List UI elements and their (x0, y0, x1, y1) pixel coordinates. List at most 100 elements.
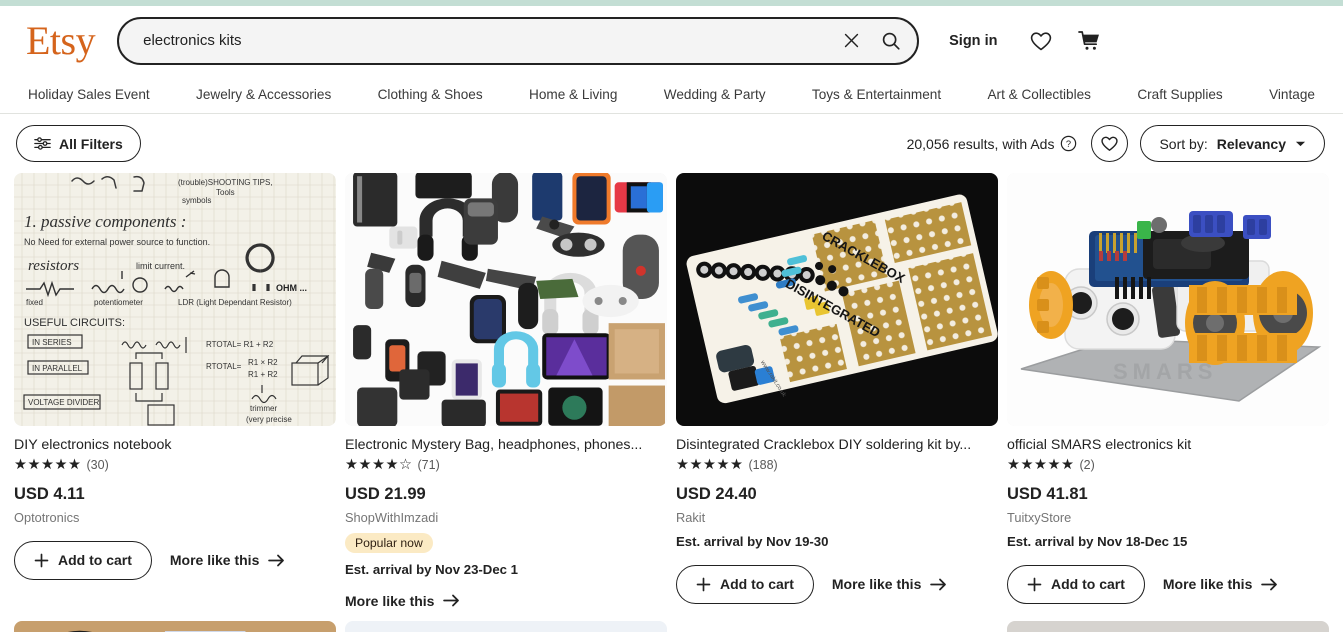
nav-item-holiday-sales-event[interactable]: Holiday Sales Event (28, 87, 150, 102)
svg-text:trimmer: trimmer (250, 404, 277, 413)
search-submit-button[interactable] (871, 21, 911, 61)
sort-by-dropdown[interactable]: Sort by: Relevancy (1140, 125, 1325, 162)
product-image[interactable] (345, 173, 667, 426)
search-bar[interactable] (117, 16, 920, 65)
search-results-grid: (trouble)SHOOTING TIPS, Tools symbols 1.… (0, 173, 1343, 609)
sliders-icon (34, 137, 51, 150)
pale-blue-photo-image (345, 620, 667, 632)
more-like-this-link[interactable]: More like this (170, 552, 285, 568)
nav-item-art-collectibles[interactable]: Art & Collectibles (987, 87, 1091, 102)
add-to-cart-label: Add to cart (58, 552, 132, 568)
svg-text:symbols: symbols (182, 196, 211, 205)
product-rating: ★★★★☆ (71) (345, 458, 667, 473)
rating-stars: ★★★★☆ (345, 457, 413, 473)
rating-stars: ★★★★★ (676, 457, 744, 473)
more-like-this-link[interactable]: More like this (345, 593, 460, 609)
svg-text:RTOTAL= R1 + R2: RTOTAL= R1 + R2 (206, 340, 274, 349)
product-rating: ★★★★★ (188) (676, 458, 998, 473)
nav-item-toys-entertainment[interactable]: Toys & Entertainment (812, 87, 941, 102)
svg-text:Tools: Tools (216, 188, 235, 197)
card-actions: Add to cart More like this (676, 564, 998, 604)
svg-text:LDR (Light Dependant Resistor): LDR (Light Dependant Resistor) (178, 298, 292, 307)
nav-item-clothing-shoes[interactable]: Clothing & Shoes (378, 87, 483, 102)
estimated-arrival: Est. arrival by Nov 18-Dec 15 (1007, 533, 1188, 549)
nav-item-craft-supplies[interactable]: Craft Supplies (1137, 87, 1222, 102)
product-title[interactable]: DIY electronics notebook (14, 437, 336, 453)
svg-text:1. passive components :: 1. passive components : (24, 212, 186, 231)
shopping-cart-icon (1078, 30, 1100, 50)
nav-item-vintage[interactable]: Vintage (1269, 87, 1315, 102)
svg-text:resistors: resistors (28, 258, 79, 274)
svg-text:RTOTAL=: RTOTAL= (206, 362, 242, 371)
more-like-this-label: More like this (345, 592, 435, 609)
arrow-right-icon (268, 554, 285, 566)
product-title[interactable]: Electronic Mystery Bag, headphones, phon… (345, 437, 667, 453)
product-image[interactable] (345, 620, 667, 632)
product-image[interactable]: DISINTEGRATED CRACKLEBOX www.rakit.co.uk (676, 173, 998, 426)
product-card[interactable]: Electronic Mystery Bag, headphones, phon… (345, 173, 667, 609)
svg-text:potentiometer: potentiometer (94, 298, 143, 307)
plus-icon (1027, 577, 1042, 591)
product-image[interactable] (676, 620, 998, 632)
card-actions: Add to cart More like this (1007, 564, 1329, 604)
add-to-cart-button[interactable]: Add to cart (1007, 564, 1145, 604)
favorites-button[interactable] (1025, 25, 1057, 57)
gadget-collage-image (345, 173, 667, 426)
close-icon (844, 33, 858, 48)
smars-robot-image: SMARS (1007, 173, 1329, 426)
cracklebox-pcb-image: DISINTEGRATED CRACKLEBOX www.rakit.co.uk (676, 173, 998, 426)
nav-item-jewelry-accessories[interactable]: Jewelry & Accessories (196, 87, 331, 102)
product-image[interactable] (1007, 620, 1329, 632)
product-price: USD 41.81 (1007, 484, 1088, 503)
svg-text:(very precise: (very precise (246, 415, 292, 424)
more-like-this-link[interactable]: More like this (1163, 576, 1278, 592)
product-shop-name[interactable]: ShopWithImzadi (345, 510, 667, 525)
product-rating: ★★★★★ (2) (1007, 458, 1329, 473)
add-to-cart-button[interactable]: Add to cart (676, 564, 814, 604)
product-price: USD 24.40 (676, 484, 757, 503)
svg-text:R1 + R2: R1 + R2 (248, 370, 278, 379)
nav-item-home-living[interactable]: Home & Living (529, 87, 617, 102)
product-rating: ★★★★★ (30) (14, 458, 336, 473)
card-actions: More like this (345, 593, 667, 609)
results-count-label: 20,056 results, with Ads (906, 135, 1055, 152)
product-image[interactable]: SMARS (1007, 173, 1329, 426)
rating-stars: ★★★★★ (14, 457, 82, 473)
chevron-down-icon (1295, 141, 1306, 146)
more-like-this-link[interactable]: More like this (832, 576, 947, 592)
svg-text:VOLTAGE DIVIDER: VOLTAGE DIVIDER (28, 398, 99, 407)
add-to-cart-label: Add to cart (720, 576, 794, 592)
add-to-cart-button[interactable]: Add to cart (14, 540, 152, 580)
product-image[interactable]: (trouble)SHOOTING TIPS, Tools symbols 1.… (14, 173, 336, 426)
question-mark-circle-icon[interactable]: ? (1060, 135, 1077, 152)
svg-text:No Need for external power sou: No Need for external power source to fun… (24, 237, 210, 247)
popular-now-badge: Popular now (345, 532, 433, 553)
save-search-button[interactable] (1091, 125, 1129, 162)
filter-bar: All Filters 20,056 results, with Ads ? S… (0, 114, 1343, 173)
clear-search-button[interactable] (831, 21, 871, 61)
product-card[interactable]: DISINTEGRATED CRACKLEBOX www.rakit.co.uk… (676, 173, 998, 609)
all-filters-button[interactable]: All Filters (16, 125, 141, 162)
product-shop-name[interactable]: Optotronics (14, 510, 336, 525)
product-image[interactable] (14, 620, 336, 632)
product-shop-name[interactable]: TuitxyStore (1007, 510, 1329, 525)
product-card[interactable]: SMARS official SMARS electronics kit ★★★… (1007, 173, 1329, 609)
product-shop-name[interactable]: Rakit (676, 510, 998, 525)
etsy-logo[interactable]: Etsy (26, 20, 96, 61)
arrow-right-icon (930, 578, 947, 590)
svg-text:limit current.: limit current. (136, 261, 185, 271)
nav-item-wedding-party[interactable]: Wedding & Party (664, 87, 766, 102)
cart-button[interactable] (1073, 25, 1105, 57)
results-count: 20,056 results, with Ads ? (907, 135, 1078, 152)
more-like-this-label: More like this (1162, 576, 1253, 592)
product-title[interactable]: Disintegrated Cracklebox DIY soldering k… (676, 437, 998, 453)
search-icon (882, 32, 900, 50)
estimated-arrival: Est. arrival by Nov 19-30 (676, 533, 829, 549)
svg-text:OHM ...: OHM ... (276, 283, 307, 293)
product-title[interactable]: official SMARS electronics kit (1007, 437, 1329, 453)
all-filters-label: All Filters (59, 135, 123, 152)
sign-in-link[interactable]: Sign in (949, 33, 997, 49)
search-input[interactable] (143, 32, 832, 49)
product-card[interactable]: (trouble)SHOOTING TIPS, Tools symbols 1.… (14, 173, 336, 609)
product-price: USD 21.99 (345, 484, 426, 503)
